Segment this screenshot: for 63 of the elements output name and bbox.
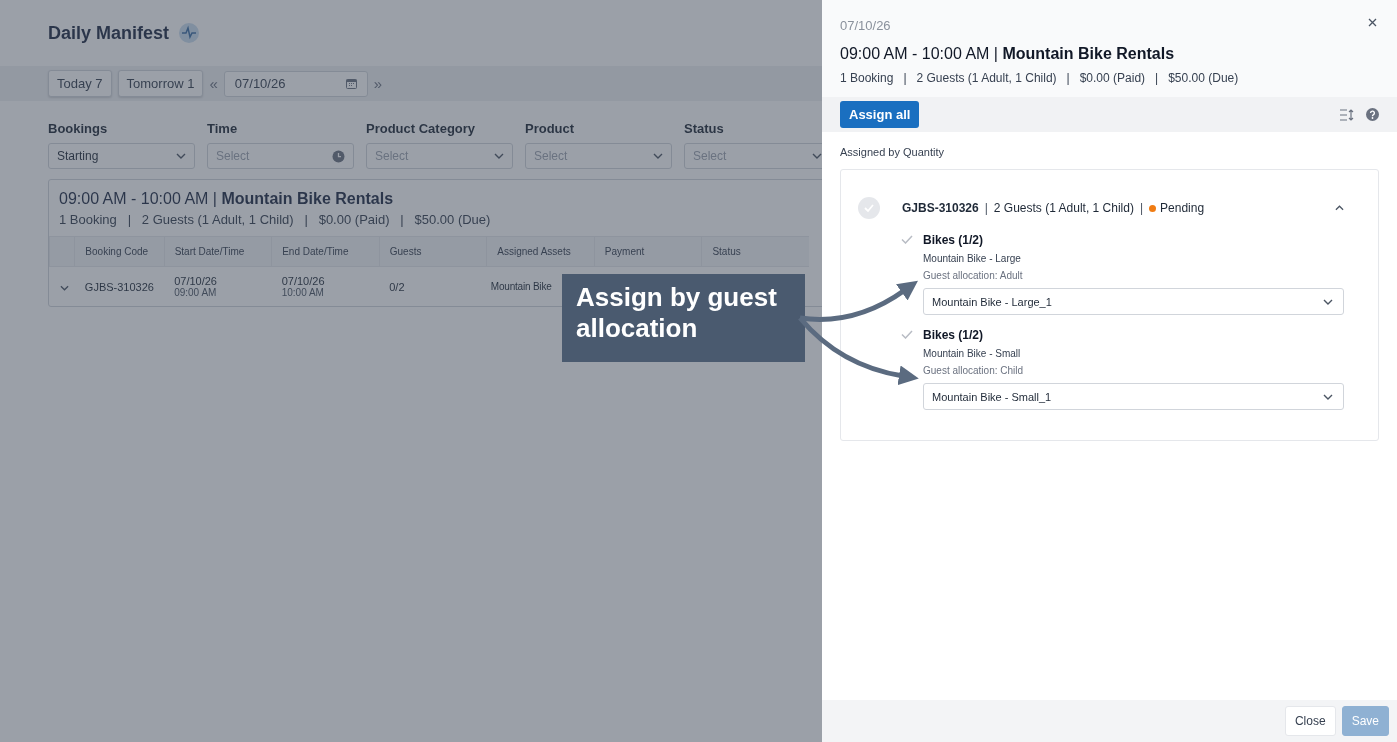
separator: |: [984, 201, 988, 215]
separator: |: [1139, 201, 1144, 215]
product-name: Mountain Bike - Small: [923, 348, 1022, 359]
close-button[interactable]: Close: [1284, 706, 1336, 736]
status-text: Pending: [1160, 201, 1205, 215]
chevron-down-icon: [494, 153, 504, 159]
guest-count: 2 Guests (1 Adult, 1 Child): [993, 201, 1134, 215]
check-circle-icon[interactable]: [858, 197, 880, 219]
chevron-up-icon[interactable]: [1335, 205, 1344, 211]
calendar-icon: [345, 78, 357, 89]
pulse-icon: [179, 23, 200, 43]
guest-allocation: Guest allocation: Adult: [923, 270, 1024, 281]
chevron-down-icon: [1323, 298, 1333, 305]
table-cell: 0/2: [379, 266, 487, 306]
filter-label: Status: [684, 121, 725, 136]
column-header: Assigned Assets: [486, 236, 595, 267]
chevron-down-icon[interactable]: [59, 284, 69, 291]
booking-code: GJBS-310326: [902, 201, 979, 215]
column-header: Booking Code: [74, 236, 165, 267]
chevron-down-icon: [1323, 393, 1333, 400]
column-header: Status: [701, 236, 809, 267]
list-sort-icon[interactable]: [1340, 108, 1354, 121]
item-title: Bikes (1/2): [923, 233, 985, 247]
date-button[interactable]: Today 7: [48, 70, 112, 97]
product-name: Mountain Bike - Large: [923, 253, 1022, 264]
filter-label: Bookings: [48, 121, 109, 136]
page-title: Daily Manifest: [48, 22, 170, 44]
help-icon[interactable]: [1366, 108, 1379, 121]
check-icon: [901, 235, 913, 244]
guest-allocation: Guest allocation: Child: [923, 365, 1025, 376]
filter-label: Product: [525, 121, 576, 136]
group-summary: 1 Booking | 2 Guests (1 Adult, 1 Child) | $0.00 (Paid) | $50.00 (Due): [58, 212, 492, 229]
callout: Assign by guest allocation: [562, 274, 805, 362]
section-label: Assigned by Quantity: [840, 146, 945, 158]
chevron-down-icon: [812, 153, 822, 159]
column-header: Guests: [379, 236, 487, 267]
previous-button[interactable]: «: [209, 75, 218, 92]
drawer-title: 09:00 AM - 10:00 AM | Mountain Bike Rentals: [840, 45, 1176, 63]
check-icon: [901, 330, 913, 339]
column-header: End Date/Time: [271, 236, 380, 267]
column-header: Start Date/Time: [164, 236, 272, 267]
next-button[interactable]: »: [373, 75, 383, 92]
column-header: Payment: [594, 236, 702, 267]
table-cell: 07/10/26 10:00 AM: [271, 266, 380, 306]
group-title: 09:00 AM - 10:00 AM | Mountain Bike Rentals: [58, 189, 395, 209]
asset-select[interactable]: Mountain Bike - Large_1: [923, 288, 1344, 315]
close-icon[interactable]: [1368, 18, 1377, 27]
chevron-down-icon: [653, 153, 663, 159]
assign-all-button[interactable]: Assign all: [840, 101, 920, 128]
table-cell: 07/10/26 09:00 AM: [164, 266, 272, 306]
chevron-down-icon: [176, 153, 186, 159]
clock-icon: [332, 149, 345, 163]
drawer-date: 07/10/26: [840, 18, 891, 33]
drawer-summary: 1 Booking | 2 Guests (1 Adult, 1 Child) | $0.00 (Paid) | $50.00 (Due): [840, 71, 1240, 85]
date-button[interactable]: Tomorrow 1: [117, 70, 204, 97]
filter-label: Product Category: [366, 121, 477, 136]
filter-label: Time: [207, 121, 239, 136]
item-title: Bikes (1/2): [923, 328, 985, 342]
table-cell: Mountain Bike: [490, 281, 552, 292]
asset-select[interactable]: Mountain Bike - Small_1: [923, 383, 1344, 410]
table-cell: GJBS-310326: [74, 266, 165, 306]
date-field[interactable]: 07/10/26: [223, 70, 368, 97]
select-field[interactable]: Starting: [48, 143, 195, 169]
